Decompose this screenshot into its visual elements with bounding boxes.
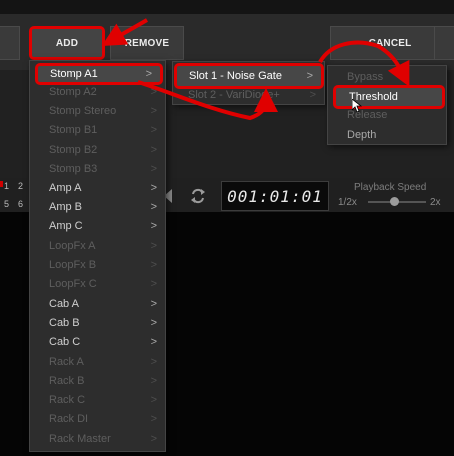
- menu-item-label: Amp C: [49, 220, 83, 232]
- menu-item-label: LoopFx C: [49, 278, 97, 290]
- menu-item-stomp-b3[interactable]: Stomp B3 >: [30, 160, 165, 179]
- chevron-right-icon: >: [150, 144, 157, 156]
- menu-item-label: Amp B: [49, 201, 83, 213]
- chevron-right-icon: >: [150, 124, 157, 136]
- menu-item-label: Stomp Stereo: [49, 105, 117, 117]
- track-number[interactable]: 5: [4, 199, 9, 209]
- chevron-right-icon: >: [150, 278, 157, 290]
- menu-item-label: LoopFx A: [49, 240, 96, 252]
- menu-item-label: Rack Master: [49, 433, 111, 445]
- menu-item-rack-di[interactable]: Rack DI >: [30, 410, 165, 429]
- chevron-right-icon: >: [150, 163, 157, 175]
- track-number[interactable]: 6: [18, 199, 23, 209]
- chevron-right-icon: >: [150, 86, 157, 98]
- menu-item-stomp-b1[interactable]: Stomp B1 >: [30, 121, 165, 140]
- chevron-right-icon: >: [150, 317, 157, 329]
- menu-item-label: Stomp B1: [49, 124, 98, 136]
- top-strip: [0, 0, 454, 14]
- menu-item-rack-a[interactable]: Rack A >: [30, 353, 165, 372]
- chevron-right-icon: >: [150, 356, 157, 368]
- menu-item-label: Stomp A1: [50, 68, 98, 80]
- chevron-right-icon: >: [150, 298, 157, 310]
- chevron-right-icon: >: [306, 70, 313, 82]
- chevron-right-icon: >: [150, 375, 157, 387]
- menu-item-label: Rack A: [49, 356, 84, 368]
- menu-item-loopfx-a[interactable]: LoopFx A >: [30, 237, 165, 256]
- chevron-right-icon: >: [150, 105, 157, 117]
- menu-item-stomp-a1[interactable]: Stomp A1 >: [35, 63, 163, 85]
- menu-item-label: Rack DI: [49, 413, 89, 425]
- slot-submenu: Slot 1 - Noise Gate > Slot 2 - VariDiode+…: [172, 61, 325, 105]
- menu-item-loopfx-b[interactable]: LoopFx B >: [30, 256, 165, 275]
- chevron-right-icon: >: [150, 240, 157, 252]
- remove-button[interactable]: REMOVE: [110, 26, 184, 60]
- menu-item-label: Stomp A2: [49, 86, 97, 98]
- menu-item-rack-b[interactable]: Rack B >: [30, 372, 165, 391]
- menu-item-label: Cab A: [49, 298, 79, 310]
- track-number[interactable]: 1: [4, 181, 9, 191]
- menu-item-label: Stomp B2: [49, 144, 98, 156]
- chevron-right-icon: >: [150, 394, 157, 406]
- speed-max-label: 2x: [430, 197, 441, 208]
- left-edge-button[interactable]: [0, 26, 20, 60]
- menu-item-amp-a[interactable]: Amp A >: [30, 179, 165, 198]
- menu-item-label: Rack B: [49, 375, 85, 387]
- menu-item-amp-c[interactable]: Amp C >: [30, 217, 165, 236]
- chevron-right-icon: >: [150, 336, 157, 348]
- menu-item-rack-master[interactable]: Rack Master >: [30, 430, 165, 449]
- chevron-right-icon: >: [309, 89, 316, 101]
- menu-item-label: Bypass: [347, 71, 384, 83]
- menu-item-release[interactable]: Release: [328, 106, 446, 125]
- chevron-right-icon: >: [150, 433, 157, 445]
- chevron-right-icon: >: [150, 259, 157, 271]
- mouse-cursor-icon: [352, 99, 362, 113]
- chevron-right-icon: >: [145, 68, 152, 80]
- menu-item-cab-c[interactable]: Cab C >: [30, 333, 165, 352]
- chevron-right-icon: >: [150, 182, 157, 194]
- target-menu: Stomp A1 > Stomp A2 > Stomp Stereo > Stomp …: [29, 60, 166, 452]
- menu-item-stomp-a2[interactable]: Stomp A2 >: [30, 83, 165, 102]
- time-counter: 001:01:01: [221, 181, 329, 211]
- menu-item-stomp-b2[interactable]: Stomp B2 >: [30, 141, 165, 160]
- add-button[interactable]: ADD: [29, 26, 105, 60]
- menu-item-slot-2[interactable]: Slot 2 - VariDiode+ >: [173, 86, 324, 105]
- playback-speed-knob[interactable]: [390, 197, 399, 206]
- menu-item-stomp-stereo[interactable]: Stomp Stereo >: [30, 102, 165, 121]
- parameter-submenu: Bypass Threshold Release Depth: [327, 65, 447, 145]
- menu-item-label: Amp A: [49, 182, 82, 194]
- chevron-right-icon: >: [150, 413, 157, 425]
- menu-item-label: Cab C: [49, 336, 81, 348]
- chevron-right-icon: >: [150, 201, 157, 213]
- playback-speed-label: Playback Speed: [354, 182, 427, 193]
- track-number[interactable]: 2: [18, 181, 23, 191]
- menu-item-label: Stomp B3: [49, 163, 98, 175]
- right-edge-button[interactable]: [434, 26, 454, 60]
- menu-item-label: Slot 2 - VariDiode+: [188, 89, 280, 101]
- chevron-right-icon: >: [150, 220, 157, 232]
- loop-icon[interactable]: [188, 186, 208, 206]
- speed-min-label: 1/2x: [338, 197, 357, 208]
- menu-item-label: LoopFx B: [49, 259, 97, 271]
- track-marker: [0, 181, 3, 187]
- menu-item-amp-b[interactable]: Amp B >: [30, 198, 165, 217]
- menu-item-label: Rack C: [49, 394, 86, 406]
- menu-item-depth[interactable]: Depth: [328, 126, 446, 145]
- menu-item-loopfx-c[interactable]: LoopFx C >: [30, 275, 165, 294]
- menu-item-cab-a[interactable]: Cab A >: [30, 295, 165, 314]
- menu-item-label: Slot 1 - Noise Gate: [189, 70, 282, 82]
- menu-item-cab-b[interactable]: Cab B >: [30, 314, 165, 333]
- menu-item-label: Depth: [347, 129, 377, 141]
- menu-item-rack-c[interactable]: Rack C >: [30, 391, 165, 410]
- cancel-button[interactable]: CANCEL: [330, 26, 450, 60]
- menu-item-label: Cab B: [49, 317, 80, 329]
